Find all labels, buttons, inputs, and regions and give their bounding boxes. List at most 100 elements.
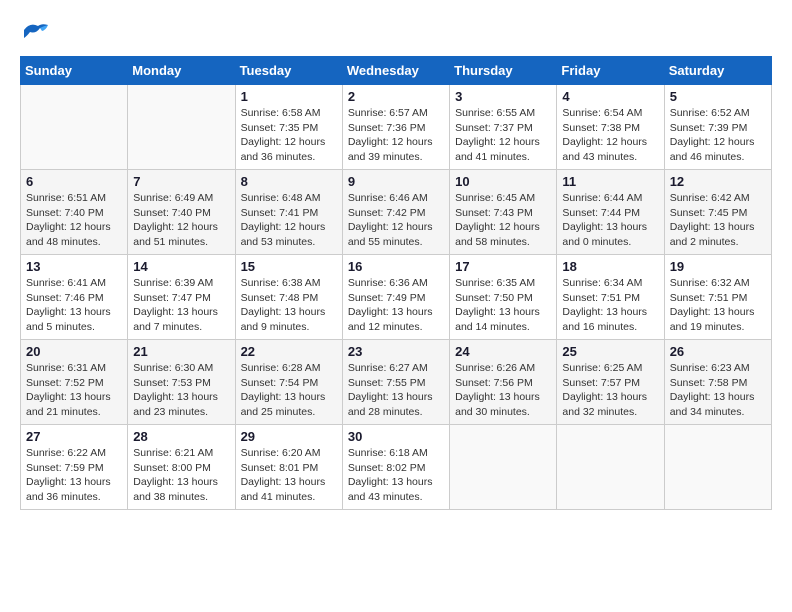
day-number: 28 (133, 429, 229, 444)
weekday-header: Friday (557, 57, 664, 85)
cell-text-line: Sunset: 7:42 PM (348, 207, 426, 219)
cell-text-line: Sunset: 7:57 PM (562, 377, 640, 389)
calendar-cell: 11Sunrise: 6:44 AMSunset: 7:44 PMDayligh… (557, 170, 664, 255)
cell-text-line: Daylight: 13 hours and 21 minutes. (26, 391, 111, 418)
calendar-cell: 16 Sunrise: 6:36 AMSunset: 7:49 PMDayligh… (342, 255, 449, 340)
weekday-header: Monday (128, 57, 235, 85)
page-header (20, 20, 772, 40)
cell-details: Sunrise: 6:28 AMSunset: 7:54 PMDaylight:… (241, 361, 337, 420)
cell-details: Sunrise: 6:54 AMSunset: 7:38 PMDaylight:… (562, 106, 658, 165)
calendar-cell (450, 425, 557, 510)
calendar-table: SundayMondayTuesdayWednesdayThursdayFrid… (20, 56, 772, 510)
calendar-week-row: 27Sunrise: 6:22 AMSunset: 7:59 PMDayligh… (21, 425, 772, 510)
cell-text-line: Sunset: 7:48 PM (241, 292, 319, 304)
calendar-cell: 21 Sunrise: 6:30 AMSunset: 7:53 PMDayligh… (128, 340, 235, 425)
cell-text-line: Sunset: 7:56 PM (455, 377, 533, 389)
cell-text-line: Sunrise: 6:42 AM (670, 192, 750, 204)
cell-text-line: Sunrise: 6:21 AM (133, 447, 213, 459)
cell-text-line: Sunset: 7:45 PM (670, 207, 748, 219)
day-number: 30 (348, 429, 444, 444)
cell-text-line: Sunrise: 6:45 AM (455, 192, 535, 204)
cell-text-line: Sunset: 7:55 PM (348, 377, 426, 389)
cell-text-line: Sunset: 7:36 PM (348, 122, 426, 134)
cell-text-line: Sunset: 7:46 PM (26, 292, 104, 304)
cell-text-line: Sunset: 7:52 PM (26, 377, 104, 389)
cell-text-line: Sunset: 7:47 PM (133, 292, 211, 304)
cell-text-line: Daylight: 13 hours and 38 minutes. (133, 476, 218, 503)
cell-details: Sunrise: 6:30 AMSunset: 7:53 PMDaylight:… (133, 361, 229, 420)
cell-details: Sunrise: 6:58 AMSunset: 7:35 PMDaylight:… (241, 106, 337, 165)
calendar-cell (664, 425, 771, 510)
cell-text-line: Sunrise: 6:49 AM (133, 192, 213, 204)
day-number: 8 (241, 174, 337, 189)
cell-details: Sunrise: 6:38 AM Sunset: 7:48 PM Daylight:… (241, 276, 337, 335)
cell-text-line: Sunset: 8:02 PM (348, 462, 426, 474)
cell-text-line: Sunrise: 6:39 AM (133, 277, 213, 289)
cell-details: Sunrise: 6:34 AMSunset: 7:51 PMDaylight:… (562, 276, 658, 335)
cell-text-line: Daylight: 13 hours and 23 minutes. (133, 391, 218, 418)
cell-text-line: Daylight: 13 hours and 2 minutes. (670, 221, 755, 248)
calendar-cell: 27Sunrise: 6:22 AMSunset: 7:59 PMDayligh… (21, 425, 128, 510)
cell-text-line: Daylight: 13 hours and 16 minutes. (562, 306, 647, 333)
cell-details: Sunrise: 6:57 AM Sunset: 7:36 PM Daylight:… (348, 106, 444, 165)
weekday-header: Saturday (664, 57, 771, 85)
cell-text-line: Sunrise: 6:38 AM (241, 277, 321, 289)
cell-text-line: Daylight: 13 hours and 9 minutes. (241, 306, 326, 333)
calendar-cell: 25Sunrise: 6:25 AMSunset: 7:57 PMDayligh… (557, 340, 664, 425)
weekday-header: Thursday (450, 57, 557, 85)
cell-details: Sunrise: 6:31 AMSunset: 7:52 PMDaylight:… (26, 361, 122, 420)
cell-text-line: Sunrise: 6:58 AM (241, 107, 321, 119)
calendar-cell (128, 85, 235, 170)
cell-text-line: Sunrise: 6:41 AM (26, 277, 106, 289)
cell-details: Sunrise: 6:36 AMSunset: 7:49 PMDaylight:… (348, 276, 444, 335)
day-number: 18 (562, 259, 658, 274)
cell-text-line: Daylight: 12 hours and 43 minutes. (562, 136, 647, 163)
calendar-cell: 6 Sunrise: 6:51 AM Sunset: 7:40 PM Daylight… (21, 170, 128, 255)
calendar-cell: 8Sunrise: 6:48 AMSunset: 7:41 PMDaylight… (235, 170, 342, 255)
day-number: 25 (562, 344, 658, 359)
calendar-cell: 26Sunrise: 6:23 AMSunset: 7:58 PMDayligh… (664, 340, 771, 425)
cell-text-line: Sunset: 7:43 PM (455, 207, 533, 219)
cell-text-line: Sunrise: 6:57 AM (348, 107, 428, 119)
calendar-cell: 20 Sunrise: 6:31 AMSunset: 7:52 PMDayligh… (21, 340, 128, 425)
cell-text-line: Daylight: 12 hours and 46 minutes. (670, 136, 755, 163)
cell-details: Sunrise: 6:49 AMSunset: 7:40 PMDaylight:… (133, 191, 229, 250)
day-number: 12 (670, 174, 766, 189)
day-number: 26 (670, 344, 766, 359)
cell-text-line: Daylight: 13 hours and 19 minutes. (670, 306, 755, 333)
day-number: 10 (455, 174, 551, 189)
calendar-cell: 9Sunrise: 6:46 AMSunset: 7:42 PMDaylight… (342, 170, 449, 255)
day-number: 16 (348, 259, 444, 274)
cell-text-line: Daylight: 13 hours and 0 minutes. (562, 221, 647, 248)
cell-text-line: Daylight: 12 hours and 48 minutes. (26, 221, 111, 248)
day-number: 29 (241, 429, 337, 444)
cell-text-line: Sunset: 7:40 PM (133, 207, 211, 219)
day-number: 4 (562, 89, 658, 104)
cell-text-line: Sunset: 7:44 PM (562, 207, 640, 219)
day-number: 6 (26, 174, 122, 189)
day-number: 5 (670, 89, 766, 104)
cell-text-line: Daylight: 12 hours and 39 minutes. (348, 136, 433, 163)
cell-text-line: Sunrise: 6:22 AM (26, 447, 106, 459)
calendar-cell: 18 Sunrise: 6:34 AMSunset: 7:51 PMDayligh… (557, 255, 664, 340)
calendar-cell: 14Sunrise: 6:39 AMSunset: 7:47 PMDayligh… (128, 255, 235, 340)
cell-text-line: Sunrise: 6:20 AM (241, 447, 321, 459)
day-number: 21 (133, 344, 229, 359)
calendar-cell: 1Sunrise: 6:58 AMSunset: 7:35 PMDaylight… (235, 85, 342, 170)
cell-text-line: Sunrise: 6:23 AM (670, 362, 750, 374)
calendar-cell: 10Sunrise: 6:45 AMSunset: 7:43 PMDayligh… (450, 170, 557, 255)
cell-text-line: Daylight: 13 hours and 28 minutes. (348, 391, 433, 418)
cell-text-line: Daylight: 13 hours and 14 minutes. (455, 306, 540, 333)
cell-text-line: Sunrise: 6:51 AM (26, 192, 106, 204)
cell-text-line: Daylight: 13 hours and 34 minutes. (670, 391, 755, 418)
cell-text-line: Daylight: 13 hours and 5 minutes. (26, 306, 111, 333)
calendar-cell: 2Sunrise: 6:57 AMSunset: 7:36 PMDaylight… (342, 85, 449, 170)
cell-details: Sunrise: 6:42 AM Sunset: 7:45 PM Daylight:… (670, 191, 766, 250)
cell-text-line: Sunset: 7:40 PM (26, 207, 104, 219)
bird-icon (22, 20, 50, 40)
calendar-cell: 23Sunrise: 6:27 AMSunset: 7:55 PMDayligh… (342, 340, 449, 425)
cell-text-line: Sunrise: 6:32 AM (670, 277, 750, 289)
day-number: 20 (26, 344, 122, 359)
cell-text-line: Sunset: 7:38 PM (562, 122, 640, 134)
calendar-cell: 30Sunrise: 6:18 AMSunset: 8:02 PMDayligh… (342, 425, 449, 510)
